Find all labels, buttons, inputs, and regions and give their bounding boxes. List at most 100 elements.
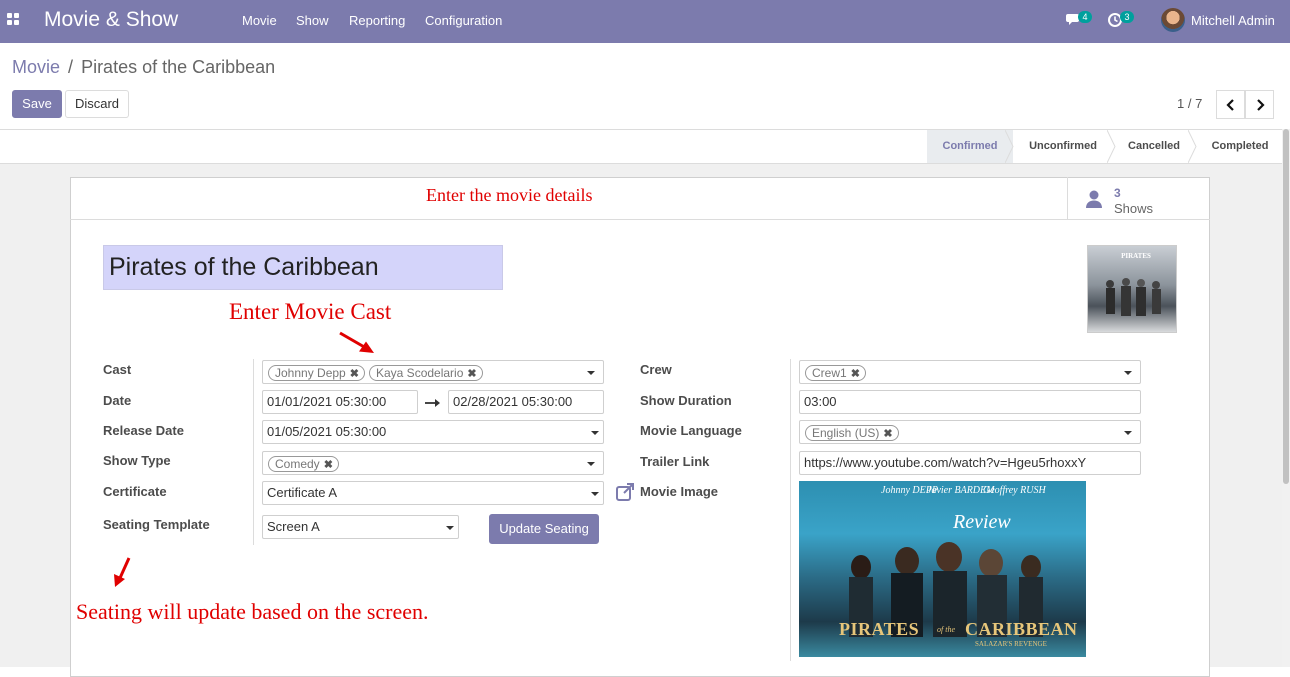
date-label: Date [103, 393, 132, 408]
arrow-right-icon [425, 399, 440, 407]
tag-label: English (US) [812, 426, 880, 440]
cast-label: Cast [103, 362, 132, 377]
caret-down-icon[interactable] [587, 462, 595, 466]
caret-down-icon[interactable] [1124, 371, 1132, 375]
poster-title-mid: of the [937, 625, 955, 634]
arrow-annotation-icon [339, 331, 374, 353]
caret-down-icon[interactable] [587, 371, 595, 375]
release-date-field[interactable]: 01/05/2021 05:30:00 [262, 420, 604, 444]
poster-thumbnail-title: PIRATES [1121, 252, 1151, 260]
trailer-link-label: Trailer Link [640, 454, 710, 469]
caret-down-icon[interactable] [446, 526, 454, 530]
poster-subtitle: SALAZAR'S REVENGE [975, 640, 1047, 648]
date-start-input[interactable]: 01/01/2021 05:30:00 [262, 390, 418, 414]
breadcrumb-current: Pirates of the Caribbean [81, 57, 276, 77]
show-duration-label: Show Duration [640, 393, 732, 408]
menu-reporting[interactable]: Reporting [349, 13, 405, 28]
page-scrollbar[interactable] [1282, 129, 1290, 667]
stage-arrow [1005, 130, 1014, 163]
top-navbar: Movie & Show Movie Show Reporting Config… [0, 0, 1290, 43]
movie-image-label: Movie Image [640, 484, 719, 499]
divider [253, 359, 254, 545]
remove-tag-icon[interactable]: ✖ [467, 368, 476, 380]
remove-tag-icon[interactable]: ✖ [851, 368, 860, 380]
stage-arrow [1188, 130, 1197, 163]
seating-template-value: Screen A [267, 519, 320, 534]
menu-show[interactable]: Show [296, 13, 329, 28]
chevron-right-icon [1256, 98, 1265, 111]
certificate-label: Certificate [103, 484, 167, 499]
external-link-icon[interactable] [615, 482, 635, 502]
activities-badge: 3 [1120, 11, 1134, 23]
seating-template-label: Seating Template [103, 517, 210, 532]
crew-label: Crew [640, 362, 672, 377]
user-icon [1086, 190, 1102, 208]
show-type-label: Show Type [103, 453, 171, 468]
pager-previous-button[interactable] [1216, 90, 1245, 119]
app-name[interactable]: Movie & Show [44, 8, 178, 32]
poster-figures [1106, 278, 1161, 316]
stage-confirmed[interactable]: Confirmed [927, 130, 1013, 163]
certificate-value: Certificate A [267, 485, 338, 500]
cast-field[interactable]: Johnny Depp ✖ Kaya Scodelario ✖ [262, 360, 604, 384]
movie-language-label: Movie Language [640, 423, 742, 438]
trailer-link-input[interactable]: https://www.youtube.com/watch?v=Hgeu5rho… [799, 451, 1141, 475]
messages-badge: 4 [1078, 11, 1092, 23]
tag-label: Comedy [275, 457, 320, 471]
crew-field[interactable]: Crew1 ✖ [799, 360, 1141, 384]
breadcrumb-separator: / [68, 57, 74, 77]
button-box [70, 177, 1210, 220]
scrollbar-thumb[interactable] [1283, 129, 1289, 484]
shows-count: 3 [1114, 186, 1121, 200]
tag-label: Crew1 [812, 366, 847, 380]
stage-completed[interactable]: Completed [1198, 130, 1282, 163]
user-name[interactable]: Mitchell Admin [1191, 13, 1275, 28]
poster-thumbnail[interactable]: PIRATES [1087, 245, 1177, 333]
release-date-value: 01/05/2021 05:30:00 [267, 424, 387, 439]
crew-tag[interactable]: Crew1 ✖ [805, 365, 866, 381]
stage-arrow [1107, 130, 1116, 163]
seating-template-field[interactable]: Screen A [262, 515, 459, 539]
pager-next-button[interactable] [1245, 90, 1274, 119]
stage-unconfirmed[interactable]: Unconfirmed [1019, 130, 1107, 163]
caret-down-icon[interactable] [1124, 431, 1132, 435]
show-duration-input[interactable]: 03:00 [799, 390, 1141, 414]
tag-label: Kaya Scodelario [376, 366, 464, 380]
poster-title-right: CARIBBEAN [965, 619, 1078, 639]
show-type-tag[interactable]: Comedy ✖ [268, 456, 339, 472]
caret-down-icon[interactable] [591, 492, 599, 496]
poster-name: Geoffrey RUSH [983, 485, 1046, 496]
release-date-label: Release Date [103, 423, 184, 438]
remove-tag-icon[interactable]: ✖ [350, 368, 359, 380]
cast-tag[interactable]: Kaya Scodelario ✖ [369, 365, 483, 381]
apps-menu-icon[interactable] [7, 13, 19, 25]
language-tag[interactable]: English (US) ✖ [805, 425, 899, 441]
breadcrumb: Movie / Pirates of the Caribbean [12, 57, 275, 78]
user-avatar[interactable] [1161, 8, 1185, 32]
status-bar: Confirmed Unconfirmed Cancelled Complete… [0, 129, 1282, 164]
show-type-field[interactable]: Comedy ✖ [262, 451, 604, 475]
update-seating-button[interactable]: Update Seating [489, 514, 599, 544]
tag-label: Johnny Depp [275, 366, 346, 380]
shows-smart-button[interactable]: 3 Shows [1067, 177, 1210, 220]
breadcrumb-parent[interactable]: Movie [12, 57, 60, 77]
remove-tag-icon[interactable]: ✖ [883, 428, 892, 440]
certificate-field[interactable]: Certificate A [262, 481, 604, 505]
movie-language-field[interactable]: English (US) ✖ [799, 420, 1141, 444]
menu-movie[interactable]: Movie [242, 13, 277, 28]
remove-tag-icon[interactable]: ✖ [324, 459, 333, 471]
poster-review-text: Review [953, 511, 1011, 533]
save-button[interactable]: Save [12, 90, 62, 118]
movie-name-input[interactable]: Pirates of the Caribbean [103, 245, 503, 290]
caret-down-icon[interactable] [591, 431, 599, 435]
divider [790, 359, 791, 661]
discard-button[interactable]: Discard [65, 90, 129, 118]
menu-configuration[interactable]: Configuration [425, 13, 502, 28]
stage-cancelled[interactable]: Cancelled [1117, 130, 1191, 163]
movie-image[interactable]: Johnny DEPP Javier BARDEM Geoffrey RUSH … [799, 481, 1086, 657]
annotation-header: Enter the movie details [426, 185, 593, 205]
pager-value[interactable]: 1 / 7 [1177, 96, 1202, 111]
cast-tag[interactable]: Johnny Depp ✖ [268, 365, 365, 381]
annotation-cast: Enter Movie Cast [229, 299, 392, 324]
date-end-input[interactable]: 02/28/2021 05:30:00 [448, 390, 604, 414]
